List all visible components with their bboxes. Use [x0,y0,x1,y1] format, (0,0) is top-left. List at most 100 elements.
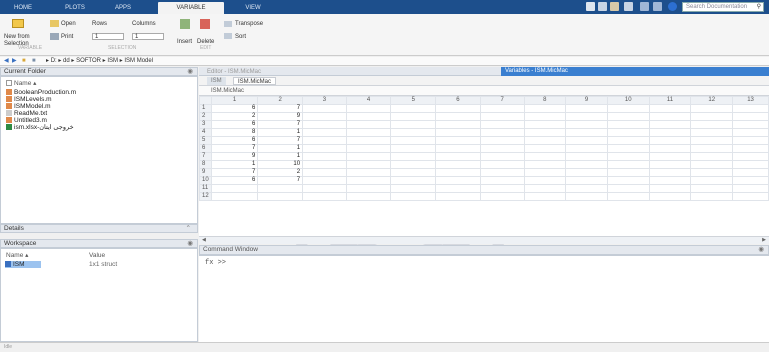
table-cell[interactable] [690,160,734,169]
row-header[interactable]: 2 [199,112,212,121]
name-column-header[interactable]: Name ▴ [6,252,28,259]
table-cell[interactable] [648,176,692,185]
up-folder-icon[interactable]: ■ [22,57,26,66]
table-cell[interactable] [257,184,304,193]
row-header[interactable]: 3 [199,120,212,129]
table-cell[interactable] [690,112,734,121]
table-cell[interactable] [690,144,734,153]
transpose-button[interactable]: Transpose [235,21,263,28]
editor-tab[interactable]: Editor - ISM.MicMac [203,68,265,76]
panel-menu-icon[interactable]: ◉ [187,68,193,76]
table-cell[interactable] [565,184,608,193]
table-cell[interactable] [565,168,608,177]
table-cell[interactable] [606,104,650,113]
table-cell[interactable] [390,128,437,137]
table-cell[interactable] [345,192,392,201]
chevron-up-icon[interactable]: ⌃ [186,225,191,233]
table-cell[interactable] [648,112,692,121]
row-header[interactable]: 5 [199,136,212,145]
table-cell[interactable]: 1 [257,152,304,161]
tab-home[interactable]: HOME [8,2,38,14]
table-cell[interactable] [479,104,525,113]
open-button[interactable]: Open [61,21,76,28]
table-cell[interactable] [523,152,567,161]
table-cell[interactable] [479,176,525,185]
table-cell[interactable] [523,184,567,193]
table-cell[interactable] [732,184,769,193]
column-header[interactable]: 4 [345,96,392,105]
row-header[interactable]: 1 [199,104,212,113]
table-cell[interactable] [606,168,650,177]
list-item[interactable]: ReadMe.txt [6,110,47,117]
table-cell[interactable] [606,176,650,185]
row-header[interactable]: 10 [199,176,212,185]
table-cell[interactable] [648,152,692,161]
table-cell[interactable] [523,128,567,137]
table-cell[interactable] [732,128,769,137]
table-cell[interactable] [302,168,347,177]
value-column-header[interactable]: Value [89,252,105,259]
table-cell[interactable] [690,128,734,137]
tab-ism[interactable]: ISM [207,77,226,85]
table-cell[interactable]: 6 [210,176,259,185]
table-cell[interactable] [523,104,567,113]
table-cell[interactable] [435,120,481,129]
list-item[interactable]: ISMModel.m [6,103,50,110]
list-item[interactable]: ISMLevels.m [6,96,52,103]
search-input[interactable]: Search Documentation ⚲ [682,2,764,12]
table-cell[interactable] [390,176,437,185]
rows-field[interactable]: 1 [92,33,124,40]
column-header[interactable]: 7 [479,96,525,105]
table-cell[interactable]: 7 [257,120,304,129]
table-cell[interactable] [565,120,608,129]
table-cell[interactable] [648,104,692,113]
table-cell[interactable] [690,104,734,113]
table-cell[interactable] [345,152,392,161]
tab-variable[interactable]: VARIABLE [158,2,224,14]
table-cell[interactable] [479,112,525,121]
table-cell[interactable] [648,144,692,153]
table-cell[interactable] [732,120,769,129]
table-cell[interactable] [257,192,304,201]
table-cell[interactable] [565,152,608,161]
table-cell[interactable] [648,168,692,177]
forward-icon[interactable]: ▶ [12,57,17,66]
table-cell[interactable] [390,192,437,201]
table-cell[interactable]: 6 [210,104,259,113]
table-cell[interactable]: 1 [210,160,259,169]
print-button[interactable]: Print [61,34,73,41]
columns-field[interactable]: 1 [132,33,164,40]
table-cell[interactable] [606,152,650,161]
save-icon[interactable] [586,2,595,11]
table-cell[interactable] [345,184,392,193]
command-prompt[interactable]: fx >> [205,259,226,267]
redo-icon[interactable] [653,2,662,11]
table-cell[interactable] [345,120,392,129]
table-cell[interactable] [606,128,650,137]
table-cell[interactable] [345,104,392,113]
table-cell[interactable] [732,144,769,153]
undo-icon[interactable] [640,2,649,11]
copy-icon[interactable] [610,2,619,11]
table-cell[interactable] [523,144,567,153]
variable-grid[interactable]: 1 2 3 4 5 6 7 8 9 10 11 12 13 1672293674… [199,96,769,236]
table-cell[interactable] [565,112,608,121]
column-header[interactable]: 5 [390,96,437,105]
column-header[interactable]: 13 [732,96,769,105]
table-cell[interactable] [523,112,567,121]
table-cell[interactable] [732,176,769,185]
table-cell[interactable] [479,192,525,201]
table-cell[interactable]: 8 [210,128,259,137]
table-cell[interactable] [648,120,692,129]
table-cell[interactable] [732,136,769,145]
table-cell[interactable] [690,184,734,193]
table-cell[interactable]: 1 [257,128,304,137]
table-cell[interactable] [345,136,392,145]
table-cell[interactable] [302,144,347,153]
table-cell[interactable] [390,104,437,113]
column-header[interactable]: 9 [565,96,608,105]
table-cell[interactable] [523,136,567,145]
browse-folder-icon[interactable]: ■ [32,57,36,66]
table-cell[interactable] [302,120,347,129]
table-cell[interactable] [648,160,692,169]
